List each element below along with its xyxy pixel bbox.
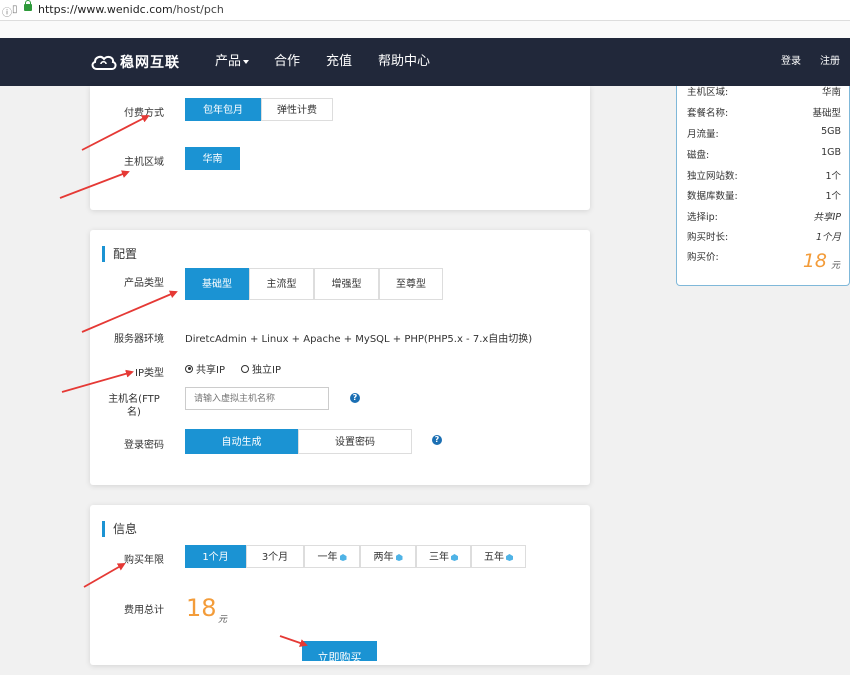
duration-label: 购买年限: [124, 555, 164, 566]
order-summary-panel: 主机区域: 华南 套餐名称: 基础型 月流量: 5GB 磁盘: 1GB 独立网站数: 1个…: [676, 86, 850, 286]
summary-row: 主机区域: 华南: [687, 87, 841, 98]
product-type-label: 产品类型: [124, 278, 164, 289]
total-cost-value: 18: [186, 594, 217, 622]
lock-icon: [24, 0, 32, 11]
nav-item-cooperation[interactable]: 合作: [274, 38, 300, 86]
nav-item-recharge[interactable]: 充值: [326, 38, 352, 86]
summary-row: 数据库数量: 1个: [687, 191, 841, 202]
duration-3-years[interactable]: 三年: [416, 545, 471, 568]
login-link[interactable]: 登录: [781, 38, 801, 86]
server-env-value: DiretcAdmin + Linux + Apache + MySQL + P…: [185, 334, 533, 345]
summary-price-value: 18: [802, 250, 827, 272]
product-type-enhanced[interactable]: 增强型: [314, 268, 379, 300]
info-card: 信息 购买年限 1个月 3个月 一年 两年 三年 五年 费用总计 18 元 立即…: [90, 505, 590, 665]
cloud-logo-icon: [91, 55, 117, 70]
region-option-south-china[interactable]: 华南: [185, 147, 240, 170]
total-cost-label: 费用总计: [124, 605, 164, 616]
pay-method-label: 付费方式: [124, 108, 164, 119]
duration-5-years[interactable]: 五年: [471, 545, 526, 568]
top-nav: 稳网互联 产品 合作 充值 帮助中心 登录 注册: [0, 38, 850, 86]
info-section-title: 信息: [102, 521, 137, 537]
radio-unchecked-icon: [241, 364, 249, 373]
page-icon: ▯: [12, 4, 18, 15]
summary-row: 磁盘: 1GB: [687, 147, 841, 161]
config-card: 配置 产品类型 基础型 主流型 增强型 至尊型 服务器环境 DiretcAdmi…: [90, 230, 590, 485]
server-env-label: 服务器环境: [114, 334, 164, 345]
logo-text: 稳网互联: [120, 55, 180, 71]
address-bar[interactable]: ⓘ ▯ https://www.wenidc.com/host/pch: [0, 0, 850, 21]
hostname-help-icon[interactable]: ?: [350, 393, 360, 403]
summary-price-unit: 元: [830, 261, 840, 271]
ip-option-dedicated[interactable]: 独立IP: [241, 361, 281, 376]
buy-now-button[interactable]: 立即购买: [302, 641, 377, 664]
duration-1-year[interactable]: 一年: [304, 545, 360, 568]
hostname-input[interactable]: [185, 387, 329, 410]
gem-icon: [395, 554, 403, 561]
config-section-title: 配置: [102, 246, 137, 262]
region-label: 主机区域: [124, 157, 164, 168]
browser-strip: [0, 21, 850, 38]
product-type-premium[interactable]: 至尊型: [379, 268, 443, 300]
total-cost-unit: 元: [218, 615, 228, 625]
nav-item-products[interactable]: 产品: [215, 38, 250, 86]
summary-row: 购买时长: 1个月: [687, 232, 841, 243]
gem-icon: [339, 554, 347, 561]
url-text[interactable]: https://www.wenidc.com/host/pch: [38, 3, 224, 16]
password-help-icon[interactable]: ?: [432, 435, 442, 445]
billing-card: 付费方式 包年包月 弹性计费 主机区域 华南: [90, 86, 590, 210]
register-link[interactable]: 注册: [820, 38, 840, 86]
ip-option-shared[interactable]: 共享IP: [185, 361, 225, 376]
ip-type-label: IP类型: [135, 368, 164, 379]
product-type-mainstream[interactable]: 主流型: [249, 268, 314, 300]
hostname-label: 主机名(FTP 名): [108, 394, 160, 418]
info-icon[interactable]: ⓘ: [2, 4, 12, 19]
site-logo[interactable]: 稳网互联: [90, 51, 180, 73]
gem-icon: [506, 554, 513, 561]
duration-1-month[interactable]: 1个月: [185, 545, 246, 568]
summary-row: 选择ip: 共享IP: [687, 212, 841, 223]
summary-row: 套餐名称: 基础型: [687, 108, 841, 119]
summary-row: 独立网站数: 1个: [687, 171, 841, 182]
pay-option-annual-monthly[interactable]: 包年包月: [185, 98, 261, 121]
duration-3-months[interactable]: 3个月: [246, 545, 304, 568]
password-option-custom[interactable]: 设置密码: [298, 429, 412, 454]
pay-option-elastic[interactable]: 弹性计费: [261, 98, 333, 121]
nav-item-help-center[interactable]: 帮助中心: [378, 38, 430, 86]
duration-2-years[interactable]: 两年: [360, 545, 416, 568]
radio-checked-icon: [185, 364, 193, 373]
caret-down-icon: [243, 59, 250, 64]
password-option-auto[interactable]: 自动生成: [185, 429, 298, 454]
summary-row: 月流量: 5GB: [687, 126, 841, 140]
gem-icon: [451, 554, 458, 561]
password-label: 登录密码: [124, 440, 164, 451]
product-type-basic[interactable]: 基础型: [185, 268, 249, 300]
